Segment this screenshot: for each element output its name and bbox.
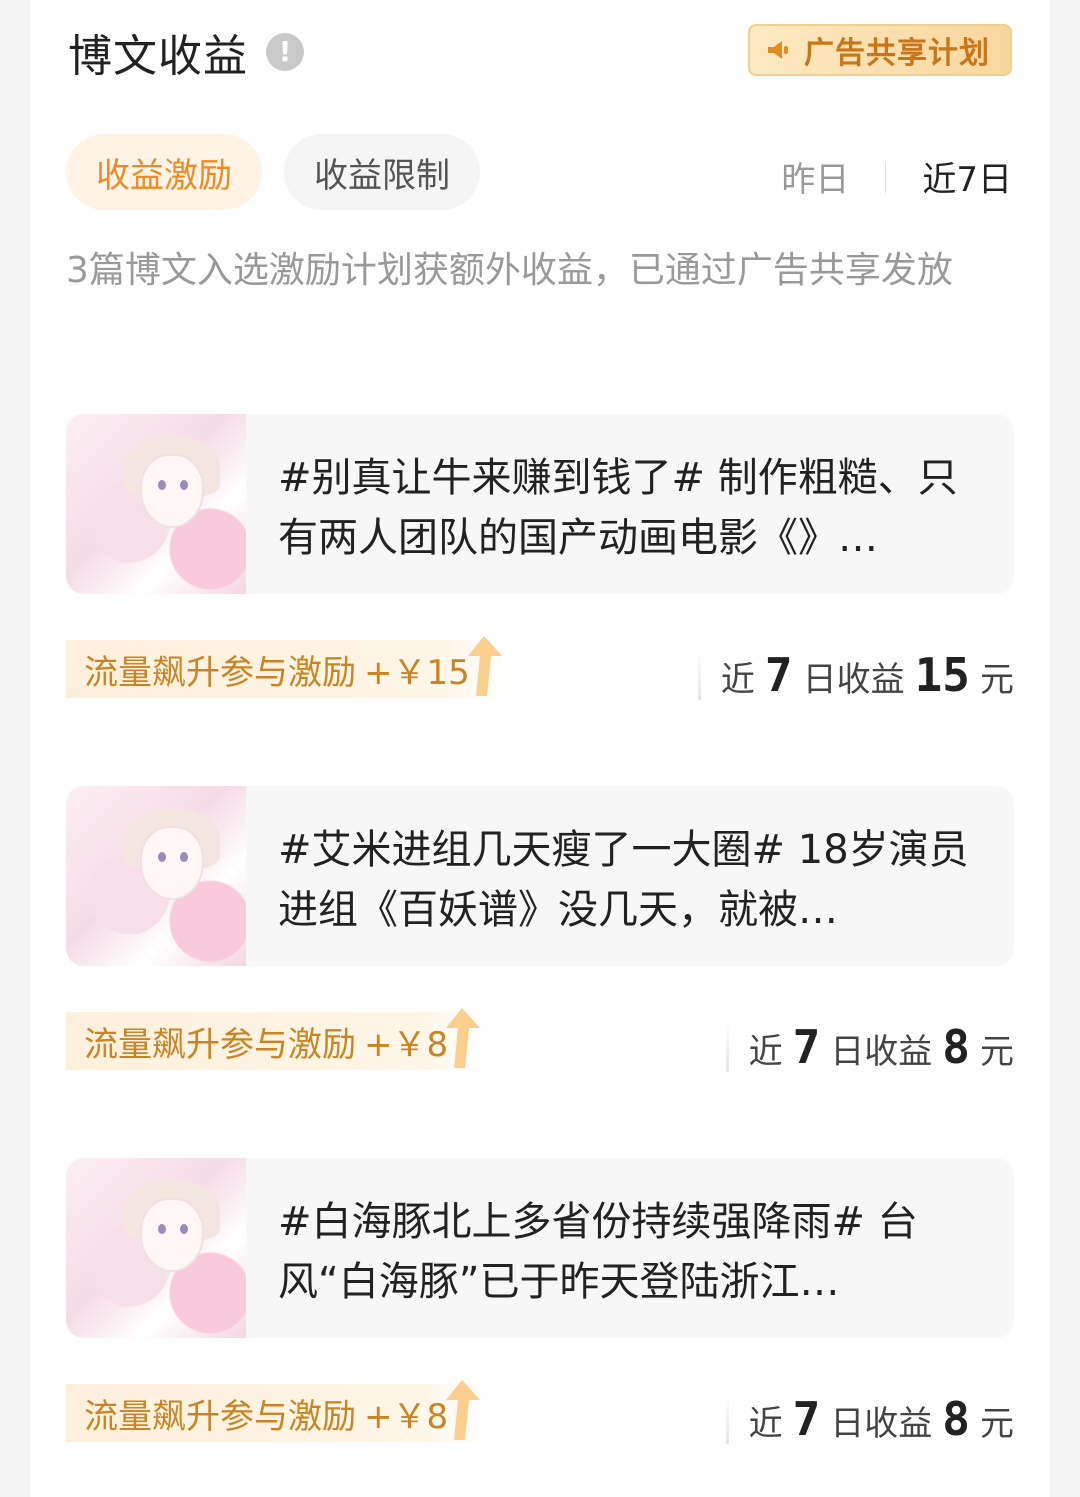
incentive-badge: 流量飙升参与激励 +￥8: [66, 1380, 489, 1442]
incentive-amount: +￥8: [364, 1024, 449, 1065]
earning-label: 日收益: [830, 1032, 933, 1072]
tab-bar: 收益激励 收益限制: [66, 134, 480, 210]
tab-incentive[interactable]: 收益激励: [66, 134, 262, 210]
earning-value: 8: [942, 1392, 970, 1446]
range-last-7-days[interactable]: 近7日: [922, 152, 1012, 201]
tab-limit[interactable]: 收益限制: [284, 134, 480, 210]
post-card[interactable]: #白海豚北上多省份持续强降雨# 台风“白海豚”已于昨天登陆浙江…: [66, 1158, 1014, 1338]
arrow-up-icon: [446, 1380, 481, 1440]
earning-days: 7: [764, 648, 793, 702]
page-title: 博文收益: [68, 31, 248, 82]
header: 博文收益 !: [68, 22, 304, 82]
post-thumbnail: [66, 414, 246, 594]
earning-value: 15: [914, 648, 970, 702]
earning-unit: 元: [980, 1404, 1014, 1444]
post-text: #白海豚北上多省份持续强降雨# 台风“白海豚”已于昨天登陆浙江…: [278, 1199, 918, 1305]
post-earning: 近 7 日收益 8 元: [725, 1020, 1014, 1074]
post-earning: 近 7 日收益 15 元: [697, 648, 1014, 702]
megaphone-icon: [768, 41, 788, 59]
earning-label: 日收益: [802, 660, 905, 700]
incentive-amount: +￥15: [364, 652, 470, 693]
post-text: #别真让牛来赚到钱了# 制作粗糙、只有两人团队的国产动画电影《》…: [278, 455, 958, 561]
post-text: #艾米进组几天瘦了一大圈# 18岁演员进组《百妖谱》没几天，就被…: [278, 827, 969, 933]
post-thumbnail: [66, 786, 246, 966]
incentive-label: 流量飙升参与激励: [84, 1024, 356, 1065]
earning-label: 日收益: [830, 1404, 933, 1444]
earning-prefix: 近: [748, 1032, 783, 1072]
earning-unit: 元: [980, 660, 1014, 700]
incentive-label: 流量飙升参与激励: [84, 652, 356, 693]
post-thumbnail: [66, 1158, 246, 1338]
ad-share-plan-label: 广告共享计划: [804, 36, 990, 71]
post-card[interactable]: #艾米进组几天瘦了一大圈# 18岁演员进组《百妖谱》没几天，就被…: [66, 786, 1014, 966]
incentive-badge: 流量飙升参与激励 +￥8: [66, 1008, 489, 1070]
earning-days: 7: [792, 1392, 821, 1446]
arrow-up-icon: [467, 636, 502, 696]
earning-unit: 元: [980, 1032, 1014, 1072]
earning-days: 7: [792, 1020, 821, 1074]
incentive-amount: +￥8: [364, 1396, 449, 1437]
ad-share-plan-button[interactable]: 广告共享计划: [748, 24, 1012, 76]
post-earning: 近 7 日收益 8 元: [725, 1392, 1014, 1446]
earning-value: 8: [942, 1020, 970, 1074]
date-range-switch: 昨日 近7日: [781, 152, 1012, 201]
incentive-badge: 流量飙升参与激励 +￥15: [66, 636, 510, 698]
arrow-up-icon: [446, 1008, 481, 1068]
incentive-description: 3篇博文入选激励计划获额外收益，已通过广告共享发放: [66, 250, 953, 291]
info-icon[interactable]: !: [266, 33, 304, 71]
earning-prefix: 近: [720, 660, 755, 700]
post-card[interactable]: #别真让牛来赚到钱了# 制作粗糙、只有两人团队的国产动画电影《》…: [66, 414, 1014, 594]
incentive-label: 流量飙升参与激励: [84, 1396, 356, 1437]
range-divider: [885, 160, 887, 193]
range-yesterday[interactable]: 昨日: [781, 152, 849, 201]
earning-prefix: 近: [748, 1404, 783, 1444]
